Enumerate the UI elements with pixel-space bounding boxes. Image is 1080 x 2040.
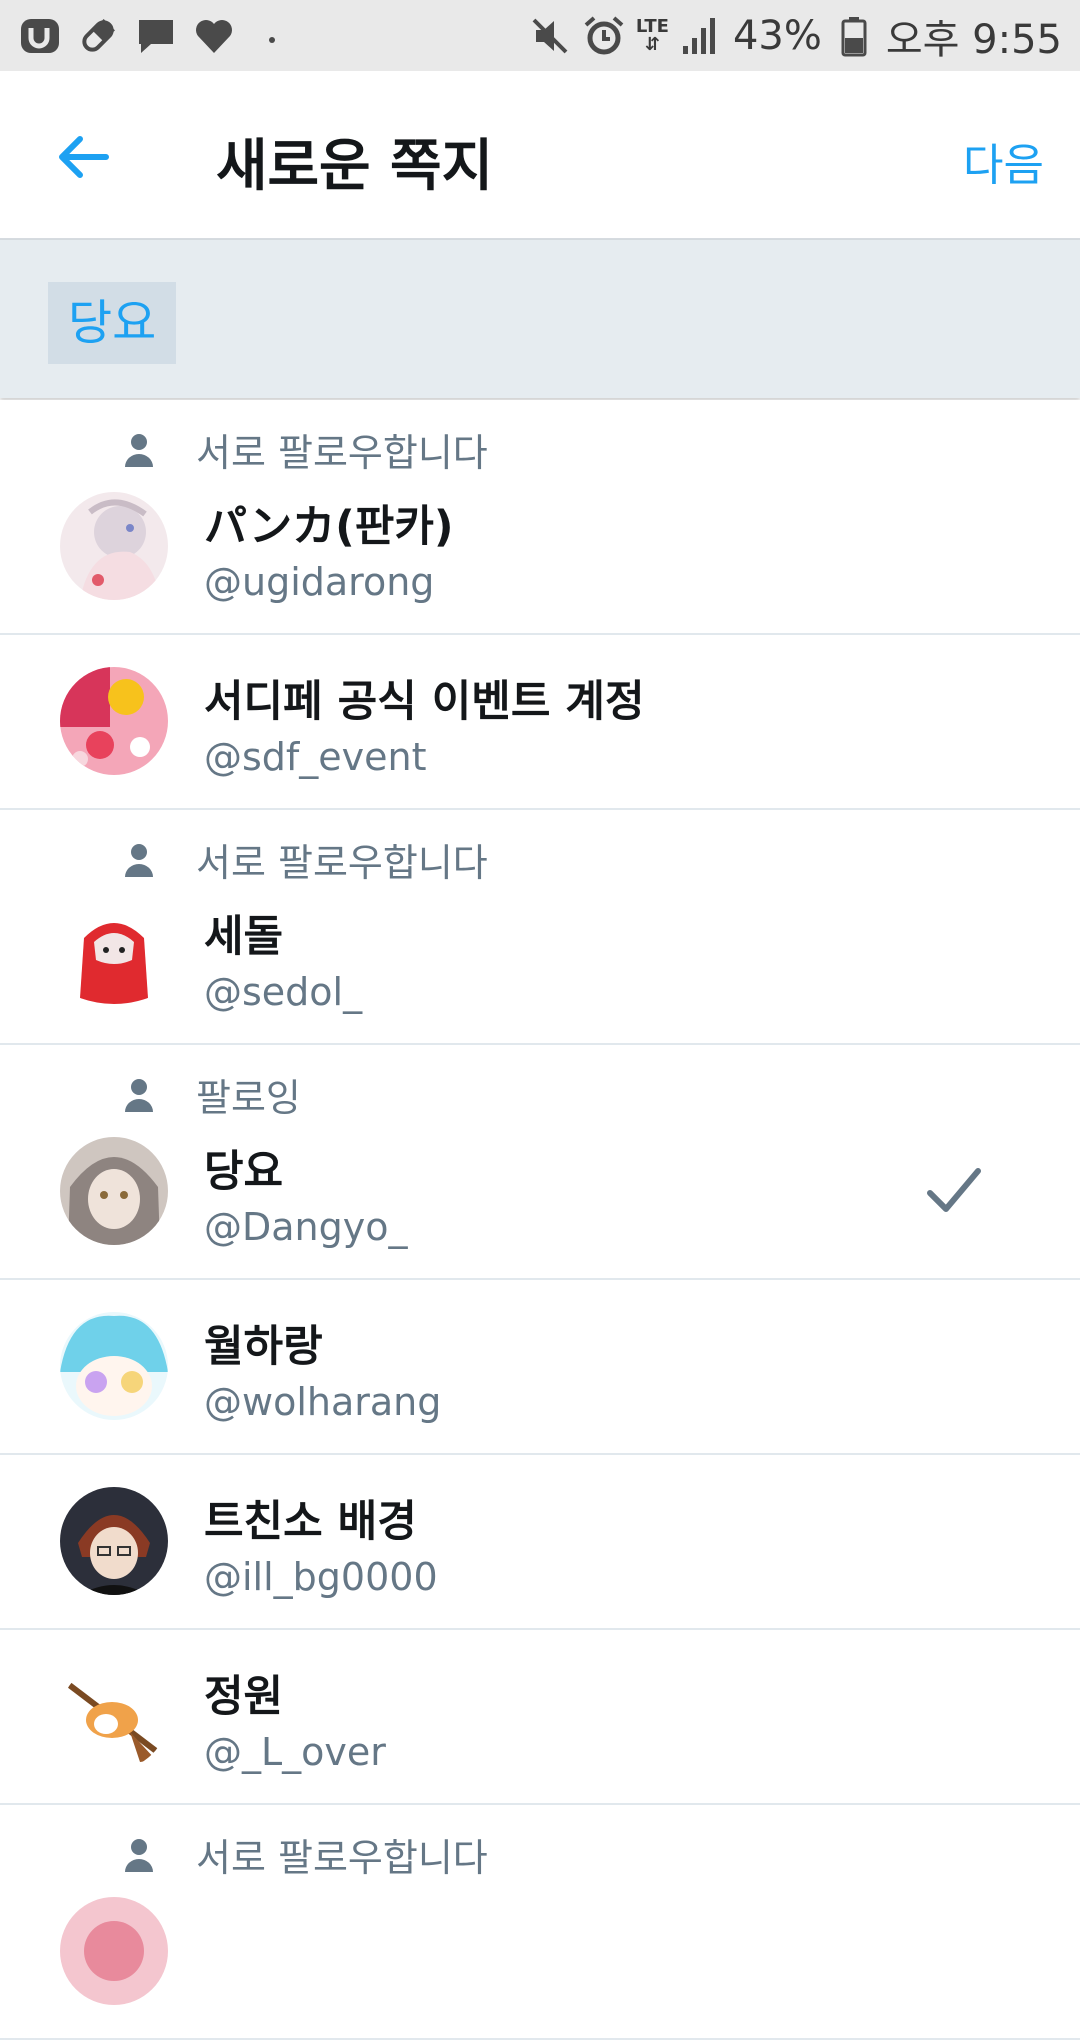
- user-handle: @Dangyo_: [204, 1205, 408, 1249]
- signal-icon: [679, 14, 723, 58]
- user-name: パンカ(판카): [204, 502, 454, 552]
- next-button[interactable]: 다음: [963, 129, 1044, 193]
- social-context: 서로 팔로우합니다: [124, 422, 488, 477]
- lte-icon: LTE ⇵: [635, 15, 669, 55]
- avatar[interactable]: [60, 667, 168, 775]
- social-context-label: 서로 팔로우합니다: [196, 841, 488, 885]
- user-handle: @_L_over: [204, 1730, 386, 1774]
- user-name: 트친소 배경: [204, 1497, 417, 1547]
- user-handle: @sedol_: [204, 970, 363, 1014]
- avatar[interactable]: [60, 492, 168, 600]
- status-bar-notifications: [0, 14, 294, 58]
- pill-icon: [76, 14, 120, 58]
- battery-percent: 43%: [732, 12, 822, 59]
- social-context-label: 팔로잉: [196, 1076, 301, 1120]
- social-context: 서로 팔로우합니다: [124, 1827, 488, 1882]
- page-title: 새로운 쪽지: [216, 134, 494, 199]
- person-icon: [125, 843, 153, 877]
- user-name: 월하랑: [204, 1322, 323, 1372]
- person-icon: [125, 1078, 153, 1112]
- dot-icon: [250, 14, 294, 58]
- avatar[interactable]: [60, 1312, 168, 1420]
- user-handle: @sdf_event: [204, 735, 427, 779]
- back-button[interactable]: [54, 127, 114, 187]
- user-name: 당요: [204, 1147, 284, 1197]
- list-item[interactable]: 서로 팔로우합니다 パンカ(판카) @ugidarong: [0, 400, 1080, 635]
- list-item[interactable]: 트친소 배경 @ill_bg0000: [0, 1455, 1080, 1630]
- check-icon: [927, 1168, 981, 1212]
- social-context-label: 서로 팔로우합니다: [196, 1836, 488, 1880]
- alarm-icon: [582, 14, 626, 58]
- avatar[interactable]: [60, 1487, 168, 1595]
- list-item[interactable]: 팔로잉 당요 @Dangyo_: [0, 1045, 1080, 1280]
- list-item[interactable]: 서디페 공식 이벤트 계정 @sdf_event: [0, 635, 1080, 810]
- chat-icon: [134, 14, 178, 58]
- clock: 오후 9:55: [885, 16, 1062, 63]
- header: 새로운 쪽지 다음: [0, 71, 1080, 240]
- user-name: 정원: [204, 1672, 284, 1722]
- recipient-input[interactable]: 당요: [0, 240, 1080, 398]
- back-arrow-icon: [59, 136, 109, 178]
- mute-icon: [528, 14, 572, 58]
- app-icon: [18, 14, 62, 58]
- list-item[interactable]: 서로 팔로우합니다 세돌 @sedol_: [0, 810, 1080, 1045]
- social-context-label: 서로 팔로우합니다: [196, 431, 488, 475]
- battery-icon: [832, 14, 876, 58]
- user-list: 서로 팔로우합니다 パンカ(판카) @ugidarong 서디페 공식 이벤트 …: [0, 400, 1080, 2040]
- heart-icon: [192, 14, 236, 58]
- status-bar-system: LTE ⇵ 43% 오후 9:55: [528, 7, 1080, 65]
- social-context: 서로 팔로우합니다: [124, 832, 488, 887]
- avatar[interactable]: [60, 1137, 168, 1245]
- avatar[interactable]: [60, 902, 168, 1010]
- recipient-chip[interactable]: 당요: [48, 282, 177, 364]
- user-handle: @ill_bg0000: [204, 1555, 438, 1599]
- avatar[interactable]: [60, 1897, 168, 2005]
- status-bar: LTE ⇵ 43% 오후 9:55: [0, 0, 1080, 71]
- list-item[interactable]: 정원 @_L_over: [0, 1630, 1080, 1805]
- user-name: 서디페 공식 이벤트 계정: [204, 677, 645, 727]
- person-icon: [125, 433, 153, 467]
- user-name: 세돌: [204, 912, 284, 962]
- social-context: 팔로잉: [124, 1067, 301, 1122]
- avatar[interactable]: [60, 1662, 168, 1770]
- user-handle: @wolharang: [204, 1380, 442, 1424]
- person-icon: [125, 1838, 153, 1872]
- user-handle: @ugidarong: [204, 560, 435, 604]
- list-item[interactable]: 서로 팔로우합니다: [0, 1805, 1080, 2040]
- list-item[interactable]: 월하랑 @wolharang: [0, 1280, 1080, 1455]
